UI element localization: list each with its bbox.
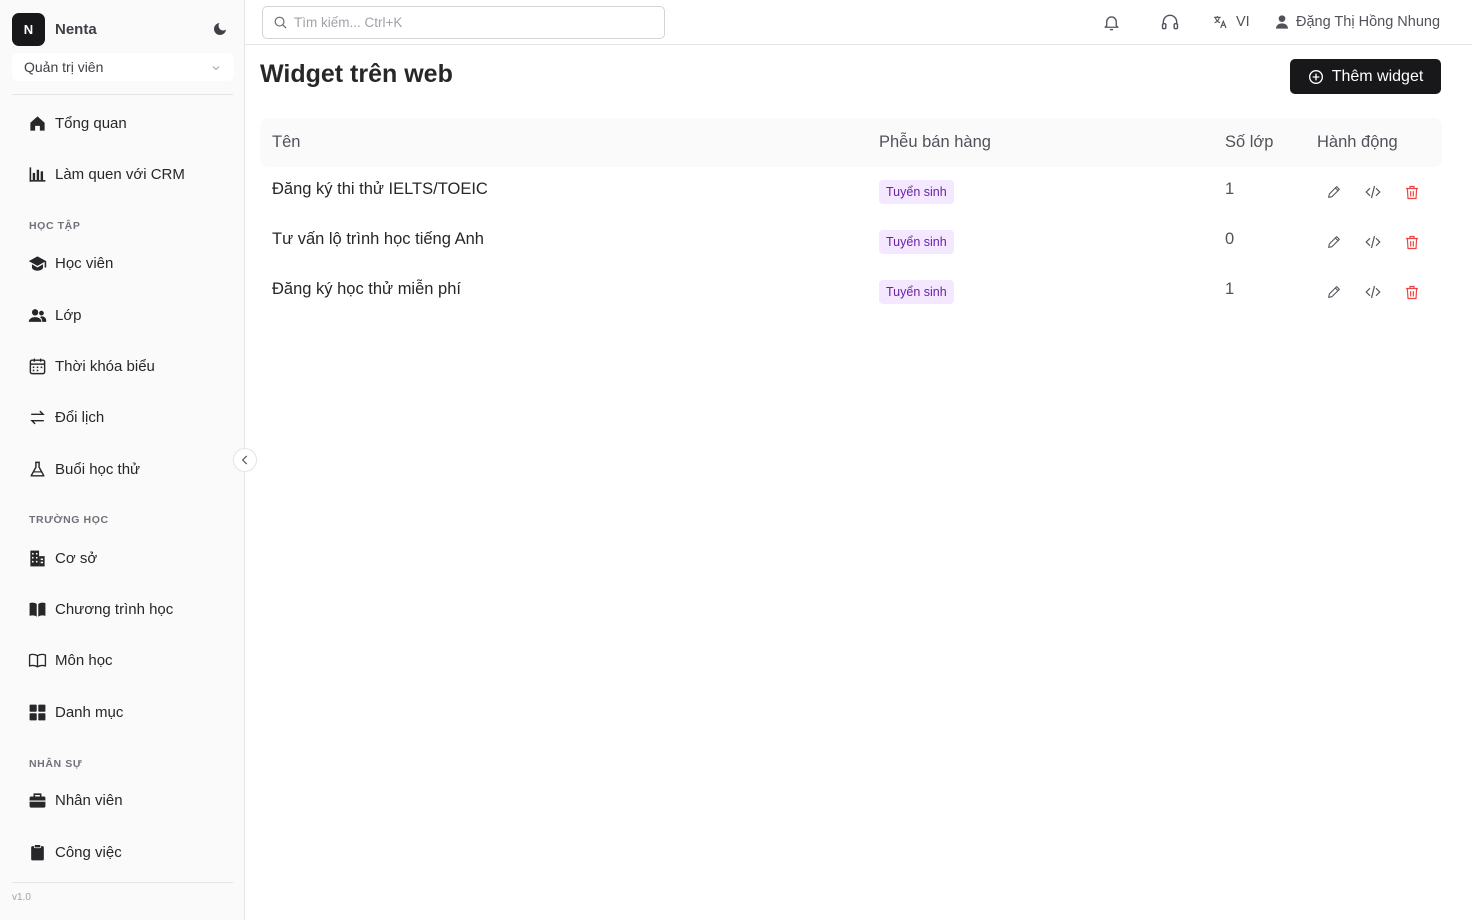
briefcase-icon	[28, 791, 47, 810]
sidebar-collapse-button[interactable]	[233, 448, 257, 472]
widget-name: Đăng ký học thử miễn phí	[272, 280, 461, 298]
calendar-icon	[28, 357, 47, 376]
pencil-icon[interactable]	[1324, 282, 1344, 302]
brand: N Nenta	[12, 12, 234, 46]
sidebar-item-label: Danh mục	[55, 703, 124, 721]
sidebar-item-label: Lớp	[55, 306, 82, 324]
pencil-icon[interactable]	[1324, 182, 1344, 202]
user-name: Đặng Thị Hồng Nhung	[1296, 14, 1441, 30]
sidebar-item-classes[interactable]: Lớp	[28, 305, 82, 325]
home-icon	[28, 114, 47, 133]
section-title-school: TRƯỜNG HỌC	[29, 514, 109, 526]
funnel-badge: Tuyển sinh	[879, 280, 954, 304]
column-header-funnel[interactable]: Phễu bán hàng	[879, 133, 991, 152]
sidebar-item-label: Làm quen với CRM	[55, 165, 185, 183]
sidebar-divider	[12, 94, 233, 95]
sidebar-item-label: Đổi lịch	[55, 408, 105, 426]
sidebar-item-crm[interactable]: Làm quen với CRM	[28, 164, 185, 184]
book-filled-icon	[28, 600, 47, 619]
funnel-badge: Tuyển sinh	[879, 230, 954, 254]
sidebar-item-timetable[interactable]: Thời khóa biểu	[28, 356, 155, 376]
bar-chart-icon	[28, 165, 47, 184]
section-title-learning: HỌC TẬP	[29, 220, 81, 232]
sidebar-item-reschedule[interactable]: Đổi lịch	[28, 407, 104, 427]
sidebar-item-students[interactable]: Học viên	[28, 253, 113, 273]
search-icon	[273, 15, 288, 30]
search-input[interactable]	[294, 15, 654, 30]
graduation-cap-icon	[28, 254, 47, 273]
section-title-hr: NHÂN SỰ	[29, 758, 83, 770]
grid-icon	[28, 703, 47, 722]
code-icon[interactable]	[1363, 282, 1383, 302]
sidebar-item-label: Tổng quan	[55, 114, 127, 132]
sidebar-item-label: Buổi học thử	[55, 460, 141, 478]
flask-icon	[28, 460, 47, 479]
role-select[interactable]: Quản trị viên	[12, 53, 234, 81]
sidebar-item-staff[interactable]: Nhân viên	[28, 790, 123, 810]
trash-icon[interactable]	[1402, 282, 1422, 302]
class-count: 0	[1225, 230, 1235, 248]
sidebar-item-trial-lessons[interactable]: Buổi học thử	[28, 459, 140, 479]
chevron-down-icon	[210, 61, 222, 73]
translate-icon	[1212, 14, 1228, 30]
sidebar-item-label: Học viên	[55, 254, 114, 272]
sidebar-item-campuses[interactable]: Cơ sở	[28, 548, 97, 568]
table-row: Đăng ký thi thử IELTS/TOEIC Tuyển sinh 1	[260, 167, 1442, 217]
column-header-classes[interactable]: Số lớp	[1225, 133, 1273, 152]
sidebar-item-overview[interactable]: Tổng quan	[28, 113, 127, 133]
clipboard-icon	[28, 843, 47, 862]
page-title: Widget trên web	[260, 60, 453, 88]
table-header: Tên Phễu bán hàng Số lớp Hành động	[260, 118, 1442, 167]
sidebar-item-label: Cơ sở	[55, 549, 98, 567]
add-widget-label: Thêm widget	[1331, 67, 1424, 85]
users-icon	[28, 306, 47, 325]
top-bar: VI Đặng Thị Hồng Nhung	[245, 0, 1472, 45]
brand-logo: N	[12, 12, 45, 46]
search-box[interactable]	[262, 6, 665, 39]
class-count: 1	[1225, 280, 1235, 298]
code-icon[interactable]	[1363, 182, 1383, 202]
sidebar-item-label: Công việc	[55, 843, 122, 861]
book-open-icon	[28, 651, 47, 670]
trash-icon[interactable]	[1402, 232, 1422, 252]
widgets-table: Tên Phễu bán hàng Số lớp Hành động Đăng …	[260, 118, 1442, 317]
user-menu[interactable]: Đặng Thị Hồng Nhung	[1274, 12, 1440, 32]
app-version: v1.0	[12, 892, 31, 903]
add-widget-button[interactable]: Thêm widget	[1290, 59, 1441, 94]
sidebar-item-label: Chương trình học	[55, 600, 174, 618]
table-row: Đăng ký học thử miễn phí Tuyển sinh 1	[260, 267, 1442, 317]
funnel-badge: Tuyển sinh	[879, 180, 954, 204]
chevron-left-icon	[238, 453, 252, 467]
bell-icon[interactable]	[1101, 12, 1121, 32]
sidebar: N Nenta Quản trị viên Tổng quan Làm quen…	[0, 0, 245, 920]
column-header-name[interactable]: Tên	[272, 133, 300, 152]
sidebar-item-label: Nhân viên	[55, 791, 123, 809]
sidebar-item-subjects[interactable]: Môn học	[28, 650, 113, 670]
swap-arrows-icon	[28, 408, 47, 427]
widget-name: Đăng ký thi thử IELTS/TOEIC	[272, 180, 488, 198]
trash-icon[interactable]	[1402, 182, 1422, 202]
headset-icon[interactable]	[1160, 12, 1180, 32]
sidebar-divider	[12, 882, 233, 883]
sidebar-item-label: Thời khóa biểu	[55, 357, 155, 375]
sidebar-item-categories[interactable]: Danh mục	[28, 702, 123, 722]
pencil-icon[interactable]	[1324, 232, 1344, 252]
widget-name: Tư vấn lộ trình học tiếng Anh	[272, 230, 484, 248]
role-select-value: Quản trị viên	[24, 59, 104, 75]
class-count: 1	[1225, 180, 1235, 198]
moon-icon[interactable]	[212, 21, 228, 37]
user-icon	[1274, 14, 1290, 30]
table-row: Tư vấn lộ trình học tiếng Anh Tuyển sinh…	[260, 217, 1442, 267]
column-header-actions: Hành động	[1317, 133, 1398, 151]
sidebar-item-tasks[interactable]: Công việc	[28, 842, 122, 862]
brand-name: Nenta	[55, 20, 97, 38]
code-icon[interactable]	[1363, 232, 1383, 252]
plus-circle-icon	[1308, 69, 1324, 85]
sidebar-item-programs[interactable]: Chương trình học	[28, 599, 173, 619]
language-label: VI	[1236, 14, 1250, 30]
language-switcher[interactable]: VI	[1212, 12, 1250, 32]
sidebar-item-label: Môn học	[55, 651, 113, 669]
building-icon	[28, 549, 47, 568]
